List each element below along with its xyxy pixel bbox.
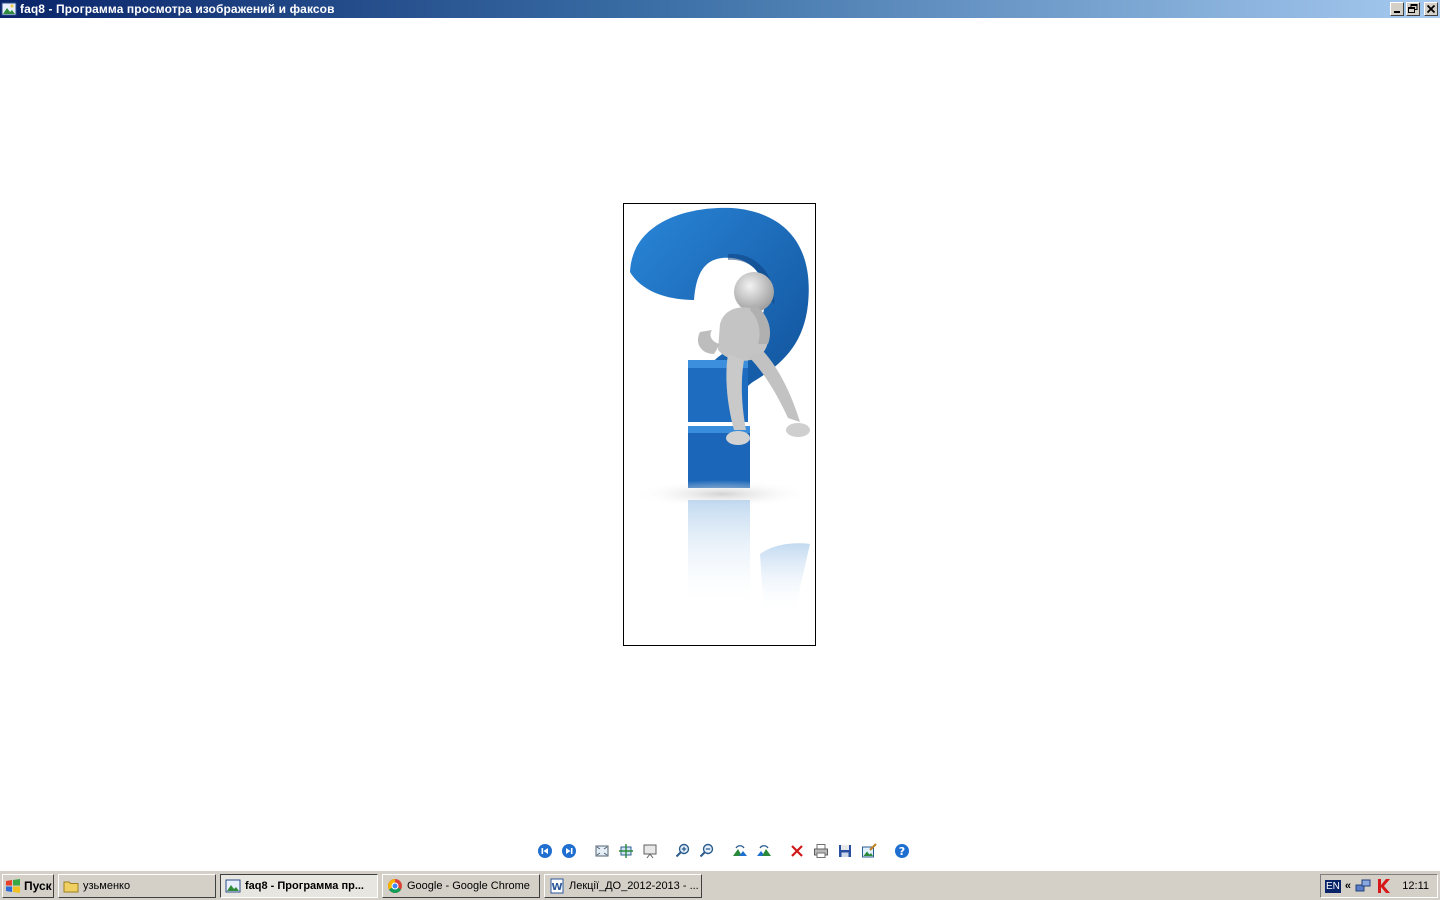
kaspersky-icon[interactable] <box>1375 878 1391 894</box>
delete-icon <box>791 845 803 857</box>
toolbar-separator <box>585 842 586 860</box>
language-indicator[interactable]: EN <box>1325 879 1341 893</box>
question-mark-thinker-image <box>630 207 812 614</box>
taskbar-item-label: faq8 - Программа пр... <box>245 879 364 892</box>
toolbar-separator <box>666 842 667 860</box>
rotate-counterclockwise-button[interactable] <box>752 840 776 862</box>
best-fit-button[interactable] <box>590 840 614 862</box>
minimize-icon <box>1394 11 1400 13</box>
svg-text:W: W <box>551 882 562 893</box>
system-tray: EN « 12:11 <box>1320 874 1438 898</box>
svg-text:?: ? <box>899 845 905 858</box>
slideshow-button[interactable] <box>638 840 662 862</box>
actual-size-button[interactable] <box>614 840 638 862</box>
toolbar-separator <box>780 842 781 860</box>
save-button[interactable] <box>833 840 857 862</box>
previous-image-icon <box>538 844 552 858</box>
print-icon <box>814 844 828 858</box>
restore-button[interactable] <box>1406 2 1420 16</box>
displayed-image <box>623 203 816 646</box>
edit-icon <box>862 843 877 858</box>
start-label: Пуск <box>24 878 52 893</box>
word-icon: W <box>550 878 564 893</box>
windows-logo-icon <box>6 878 20 893</box>
network-icon[interactable] <box>1355 878 1371 894</box>
slideshow-icon <box>643 844 657 859</box>
taskbar-item-label: Лекції_ДО_2012-2013 - ... <box>569 879 699 892</box>
restore-icon <box>1408 4 1418 13</box>
image-viewer-icon <box>225 879 241 892</box>
toolbar-separator <box>885 842 886 860</box>
rotate-clockwise-button[interactable] <box>728 840 752 862</box>
folder-icon <box>63 881 79 892</box>
help-button[interactable]: ? <box>890 840 914 862</box>
help-icon: ? <box>895 844 909 858</box>
clock[interactable]: 12:11 <box>1402 880 1429 892</box>
window-controls <box>1390 2 1438 16</box>
taskbar-item-image-viewer[interactable]: faq8 - Программа пр... <box>220 873 378 898</box>
taskbar: Пуск узьменко faq8 - Программа пр... Goo… <box>0 870 1440 900</box>
zoom-out-button[interactable] <box>695 840 719 862</box>
close-button[interactable] <box>1424 2 1438 16</box>
save-icon <box>839 845 851 857</box>
taskbar-item-label: Google - Google Chrome <box>407 879 530 892</box>
title-bar[interactable]: faq8 - Программа просмотра изображений и… <box>0 0 1440 18</box>
window-title: faq8 - Программа просмотра изображений и… <box>20 2 335 16</box>
start-button[interactable]: Пуск <box>2 873 54 898</box>
close-icon <box>1426 4 1436 14</box>
viewer-toolbar: ? <box>533 840 914 862</box>
zoom-out-icon <box>699 843 714 858</box>
best-fit-icon <box>595 845 609 857</box>
next-image-icon <box>562 844 576 858</box>
zoom-in-icon <box>675 843 690 858</box>
rotate-counterclockwise-icon <box>757 845 771 856</box>
minimize-button[interactable] <box>1390 2 1404 16</box>
zoom-in-button[interactable] <box>671 840 695 862</box>
taskbar-item-chrome[interactable]: Google - Google Chrome <box>382 873 540 898</box>
delete-button[interactable] <box>785 840 809 862</box>
actual-size-icon <box>619 844 633 858</box>
chrome-icon <box>388 878 402 893</box>
image-viewer-icon <box>1 1 17 17</box>
toolbar-separator <box>723 842 724 860</box>
tray-expand-button[interactable]: « <box>1345 880 1351 892</box>
taskbar-item-word[interactable]: W Лекції_ДО_2012-2013 - ... <box>544 873 702 898</box>
edit-button[interactable] <box>857 840 881 862</box>
print-button[interactable] <box>809 840 833 862</box>
taskbar-item-label: узьменко <box>83 879 131 892</box>
next-image-button[interactable] <box>557 840 581 862</box>
rotate-clockwise-icon <box>733 845 747 856</box>
image-viewer-area[interactable] <box>0 18 1440 870</box>
taskbar-item-folder[interactable]: узьменко <box>58 873 216 898</box>
previous-image-button[interactable] <box>533 840 557 862</box>
